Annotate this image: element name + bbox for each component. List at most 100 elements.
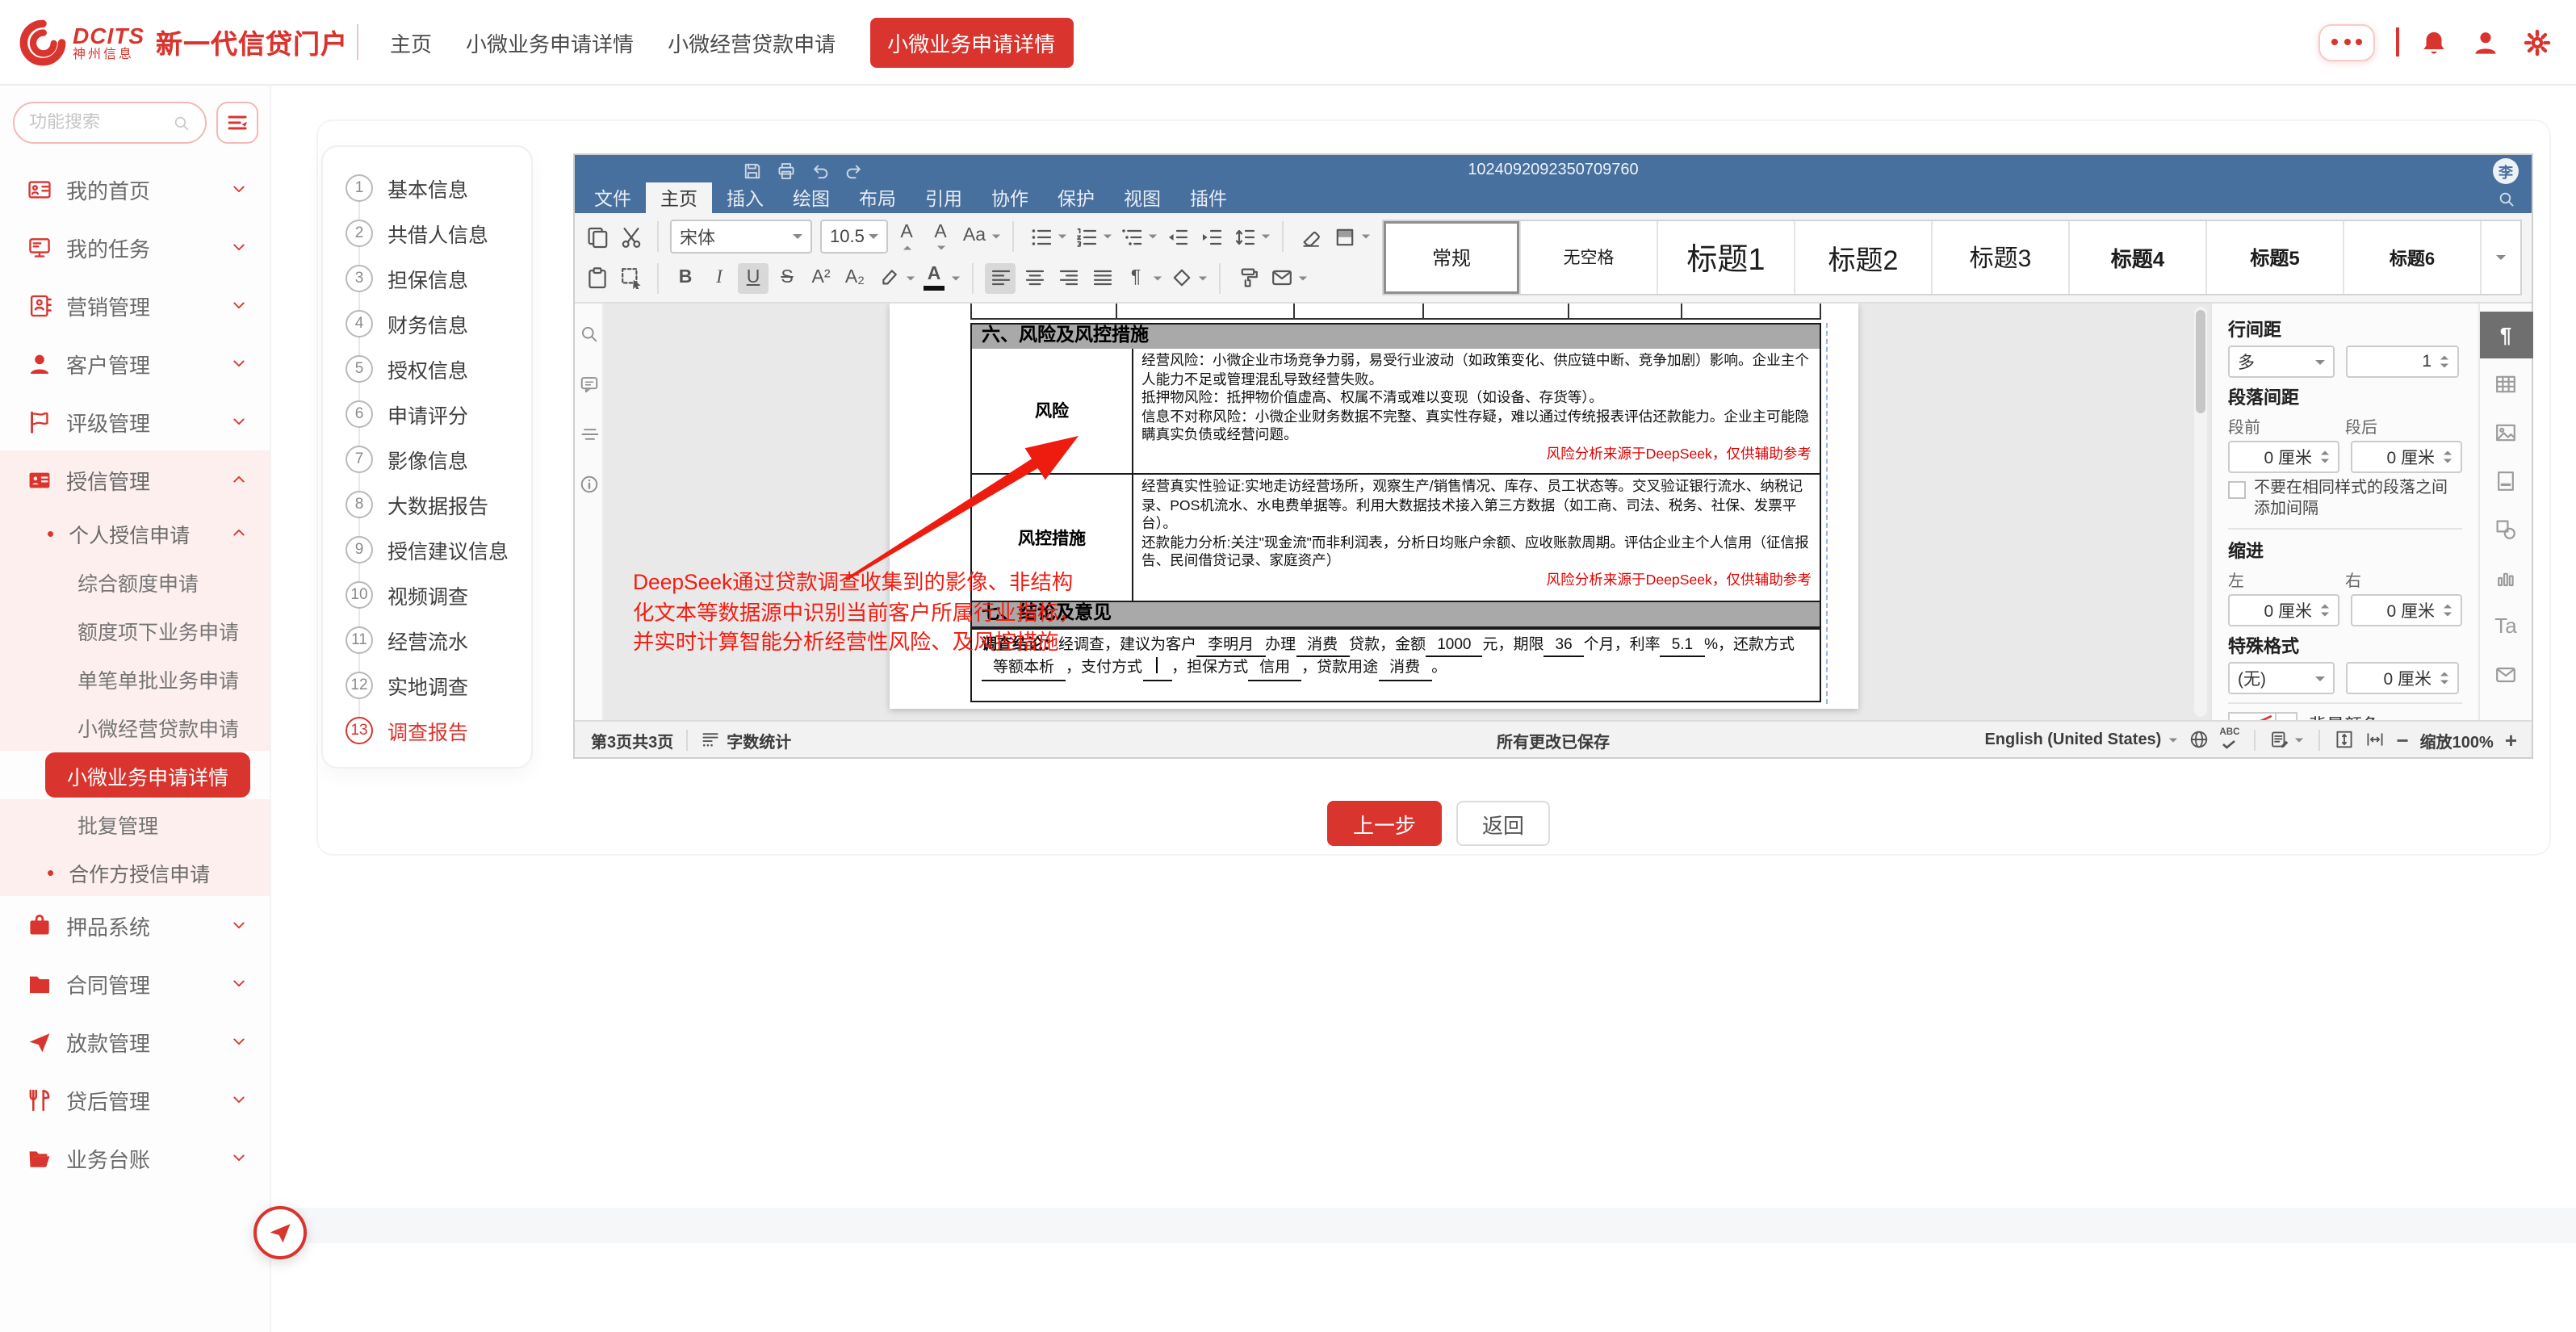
page-indicator[interactable]: 第3页共3页 [591,727,673,752]
nav-tab[interactable]: 小微业务申请详情 [869,17,1073,67]
step-item[interactable]: 4财务信息 [346,300,531,346]
indent-button[interactable] [1195,222,1225,253]
clear-format-button[interactable] [1295,222,1326,253]
image-panel-icon[interactable] [2479,408,2532,455]
step-item[interactable]: 3担保信息 [346,255,531,300]
conclusion-paragraph[interactable]: 调查结论：经调查，建议为客户李明月办理消费贷款，金额1000元，期限36个月，利… [970,628,1821,702]
zoom-level[interactable]: 缩放100% [2420,727,2494,752]
sidebar-item[interactable]: •个人授信申请 [0,509,270,557]
globe-icon[interactable] [2189,730,2208,749]
chart-panel-icon[interactable] [2479,554,2532,601]
sidebar-item[interactable]: 我的首页 [0,160,270,218]
track-changes-button[interactable] [2270,730,2304,749]
step-item[interactable]: 10视频调查 [346,572,531,617]
line-spacing-stepper[interactable]: 1 [2346,346,2459,378]
zoom-out-button[interactable]: − [2396,729,2408,750]
bold-button[interactable]: B [670,263,701,294]
editor-menu[interactable]: 插入 [712,182,778,213]
sidebar-item[interactable]: •合作方授信申请 [0,848,270,896]
sidebar-item[interactable]: 评级管理 [0,392,270,450]
editor-menu[interactable]: 文件 [580,182,646,213]
format-painter-button[interactable] [1232,263,1263,294]
step-item[interactable]: 5授权信息 [346,346,531,391]
bell-icon[interactable] [2420,28,2448,56]
style-常规[interactable]: 常规 [1384,221,1521,294]
info-icon[interactable] [579,475,598,494]
sidebar-item[interactable]: 授信管理 [0,450,270,509]
sidebar-item[interactable]: 额度项下业务申请 [0,605,270,654]
shapes-panel-icon[interactable] [2479,505,2532,552]
mailmerge-panel-icon[interactable] [2479,651,2532,697]
step-item[interactable]: 11经营流水 [346,617,531,662]
nav-tab[interactable]: 主页 [390,27,432,57]
style-标题2[interactable]: 标题2 [1795,221,1933,294]
font-family-select[interactable]: 宋体 [670,220,812,254]
align-center-button[interactable] [1019,263,1049,294]
step-item[interactable]: 7影像信息 [346,436,531,481]
nav-lines-icon[interactable] [579,425,598,444]
more-ellipsis-button[interactable] [2318,23,2375,61]
zoom-in-button[interactable]: + [2505,729,2517,750]
styles-more-button[interactable] [2482,221,2520,294]
align-left-button[interactable] [985,263,1016,294]
change-case-button[interactable]: Aa [959,222,990,253]
language-select[interactable]: English (United States) [1984,731,2177,748]
fit-width-icon[interactable] [2365,730,2385,749]
sidebar-item[interactable]: 我的任务 [0,218,270,276]
indent-left-stepper[interactable]: 0 厘米 [2228,594,2339,626]
special-format-stepper[interactable]: 0 厘米 [2346,662,2459,694]
step-item[interactable]: 2共借人信息 [346,210,531,255]
floating-send-button[interactable] [253,1206,307,1259]
search-icon[interactable] [579,325,598,344]
grow-font-button[interactable]: A [891,222,922,253]
function-search-box[interactable] [13,102,207,144]
sidebar-item[interactable]: 客户管理 [0,334,270,392]
step-item[interactable]: 1基本信息 [346,165,531,210]
outdent-button[interactable] [1161,222,1192,253]
sidebar-item[interactable]: 单笔单批业务申请 [0,654,270,702]
sidebar-item[interactable]: 押品系统 [0,896,270,954]
style-标题5[interactable]: 标题5 [2207,221,2344,294]
align-right-button[interactable] [1053,263,1083,294]
pilcrow-button[interactable]: ¶ [1120,263,1151,294]
style-标题6[interactable]: 标题6 [2344,221,2482,294]
sidebar-item[interactable]: 贷后管理 [0,1070,270,1129]
sidebar-item[interactable]: 合同管理 [0,954,270,1012]
style-标题1[interactable]: 标题1 [1658,221,1795,294]
step-item[interactable]: 8大数据报告 [346,481,531,526]
subscript-button[interactable]: A₂ [840,263,870,294]
same-style-checkbox[interactable] [2228,481,2246,499]
font-size-select[interactable]: 10.5 [820,220,888,254]
nav-tab[interactable]: 小微经营贷款申请 [668,27,836,57]
highlight-pen-button[interactable] [873,263,904,294]
editor-menu[interactable]: 引用 [911,182,977,213]
cut-button[interactable] [615,222,646,253]
bullet-list-button[interactable] [1025,222,1056,253]
word-count-label[interactable]: 字数统计 [727,727,791,752]
style-标题4[interactable]: 标题4 [2070,221,2207,294]
font-color-button[interactable]: A [919,263,949,294]
background-color-picker[interactable] [2228,712,2297,720]
gear-icon[interactable] [2524,28,2551,56]
previous-step-button[interactable]: 上一步 [1327,801,1442,846]
numbered-list-button[interactable] [1070,222,1101,253]
paste-button[interactable] [581,263,612,294]
borders-button[interactable] [1166,263,1196,294]
sidebar-item[interactable]: 小微业务申请详情 [45,752,250,798]
table-panel-icon[interactable] [2479,360,2532,407]
spellcheck-icon[interactable]: ABC [2219,730,2239,749]
editor-menu[interactable]: 布局 [844,182,911,213]
search-input[interactable] [29,113,145,132]
spacing-before-stepper[interactable]: 0 厘米 [2228,441,2339,473]
style-标题3[interactable]: 标题3 [1933,221,2070,294]
sidebar-item[interactable]: 营销管理 [0,276,270,334]
style-无空格[interactable]: 无空格 [1521,221,1658,294]
line-spacing-button[interactable] [1229,222,1259,253]
line-spacing-select[interactable]: 多 [2228,346,2335,378]
page-panel-icon[interactable] [2479,457,2532,504]
editor-menu[interactable]: 绘图 [778,182,844,213]
shading-button[interactable] [1329,222,1359,253]
step-item[interactable]: 13调查报告 [346,707,531,752]
sidebar-item[interactable]: 综合额度申请 [0,557,270,605]
avatar[interactable]: 李 [2493,158,2519,184]
